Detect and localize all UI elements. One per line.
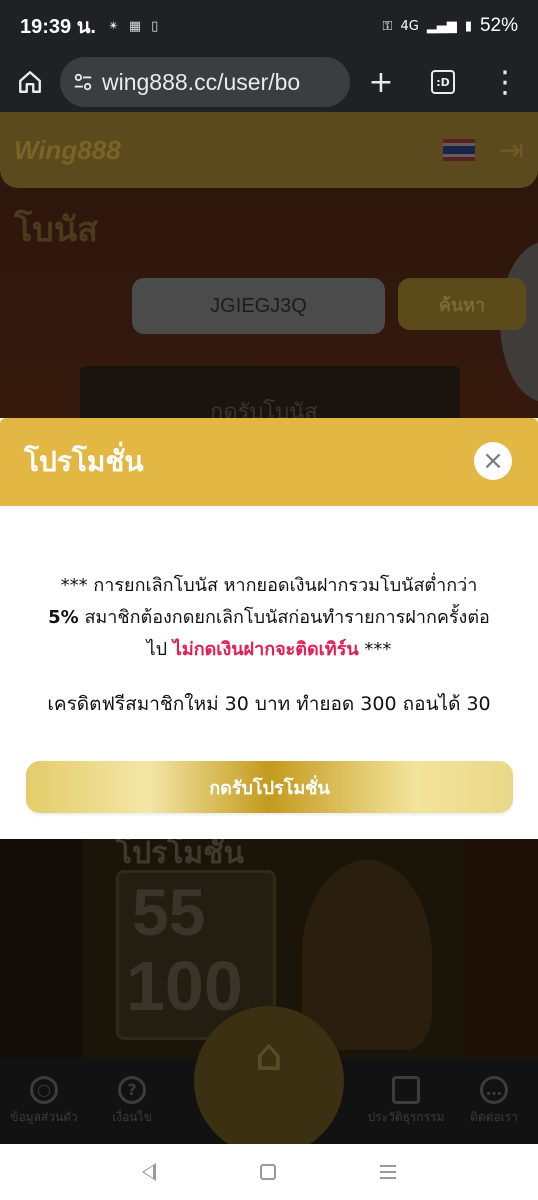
poster-number-2: 100 [126,947,243,1025]
browser-menu-button[interactable]: ⋮ [474,52,536,112]
nav-terms[interactable]: ? เงื่อนไข [88,1075,176,1127]
warning-percent: 5% [48,607,79,628]
modal-title: โปรโมชั่น [24,445,144,478]
new-tab-button[interactable]: + [350,52,412,112]
warning-line-2: 5% สมาชิกต้องกดยกเลิกโบนัสก่อนทำรายการฝา… [18,602,520,634]
nav-contact[interactable]: … ติดต่อเรา [450,1075,538,1127]
bottom-nav: ○ ข้อมูลส่วนตัว ? เงื่อนไข ⌂ ประวัติธุรก… [0,1006,538,1144]
status-time: 19:39 น. [20,16,96,38]
warning-text-4: *** [358,639,392,660]
modal-body: *** การยกเลิกโบนัส หากยอดเงินฝากรวมโบนัส… [0,506,538,720]
warning-highlight: ไม่กดเงินฝากจะติดเทิร์น [172,639,359,660]
site-header: Wing888 ⇥ [0,112,538,188]
browser-toolbar: wing888.cc/user/bo + :D ⋮ [0,52,538,112]
system-navigation [0,1144,538,1200]
logout-icon[interactable]: ⇥ [499,133,524,168]
home-icon [19,71,41,93]
home-button[interactable] [0,52,60,112]
home-square-icon[interactable] [260,1164,276,1180]
key-icon: ⚿ [382,18,393,34]
url-text: wing888.cc/user/bo [102,68,301,95]
media-icon: ▦ [128,18,142,34]
more-vert-icon: ⋮ [490,64,520,100]
nav-profile[interactable]: ○ ข้อมูลส่วนตัว [0,1075,88,1127]
chat-icon: … [480,1075,508,1104]
status-right: ⚿ 4G ▂▄▆ ▮ 52% [383,15,518,37]
address-bar[interactable]: wing888.cc/user/bo [60,57,350,107]
claim-promotion-button[interactable]: กดรับโปรโมชั่น [26,761,513,813]
poster-side-left [0,830,82,1070]
battery-percent: 52% [479,15,518,36]
nav-history[interactable]: ประวัติธุรกรรม [362,1075,450,1127]
phone-icon: ▯ [151,18,159,34]
nav-contact-label: ติดต่อเรา [470,1109,518,1124]
status-bar: 19:39 น. ✴ ▦ ▯ ⚿ 4G ▂▄▆ ▮ 52% [0,0,538,52]
bell-icon: ✴ [107,18,119,34]
nav-profile-label: ข้อมูลส่วนตัว [10,1109,78,1124]
poster-number-1: 55 [132,875,206,949]
recents-icon[interactable] [380,1165,396,1179]
close-icon[interactable]: × [474,442,512,480]
signal-icon: ▂▄▆ [426,18,457,34]
battery-icon: ▮ [464,18,472,34]
modal-header: โปรโมชั่น × [0,418,538,506]
thai-flag-icon[interactable] [442,139,475,162]
bonus-banner[interactable]: กดรับโบนัส [80,366,460,426]
warning-text-3: ไป [146,639,173,660]
site-settings-icon[interactable] [72,71,94,93]
warning-text-2: สมาชิกต้องกดยกเลิกโบนัสก่อนทำรายการฝากคร… [78,607,490,628]
warning-line-3: ไป ไม่กดเงินฝากจะติดเทิร์น *** [18,634,520,666]
site-logo[interactable]: Wing888 [14,135,121,166]
back-icon[interactable] [142,1163,156,1181]
nav-terms-label: เงื่อนไข [112,1109,152,1124]
plus-icon: + [368,64,394,100]
search-button[interactable]: ค้นหา [398,278,526,330]
page-title: โบนัส [14,210,98,250]
notification-icons: ✴ ▦ ▯ [108,19,158,34]
poster-character [302,860,432,1050]
promotion-modal: โปรโมชั่น × *** การยกเลิกโบนัส หากยอดเงิ… [0,418,538,839]
bonus-code-input[interactable]: JGIEGJ3Q [132,278,385,334]
nav-home[interactable]: ⌂ [176,1006,362,1144]
user-icon: ○ [30,1075,58,1104]
credit-text: เครดิตฟรีสมาชิกใหม่ 30 บาท ทำยอด 300 ถอน… [47,693,491,715]
tabs-count: :D [431,70,455,94]
tab-switcher-button[interactable]: :D [412,52,474,112]
network-label: 4G [400,18,419,34]
home-nav-icon: ⌂ [194,1006,344,1144]
warning-line-1: *** การยกเลิกโบนัส หากยอดเงินฝากรวมโบนัส… [60,575,478,596]
nav-history-label: ประวัติธุรกรรม [367,1109,445,1124]
poster-side-right [460,830,538,1070]
list-icon [392,1075,420,1104]
question-icon: ? [118,1075,146,1104]
